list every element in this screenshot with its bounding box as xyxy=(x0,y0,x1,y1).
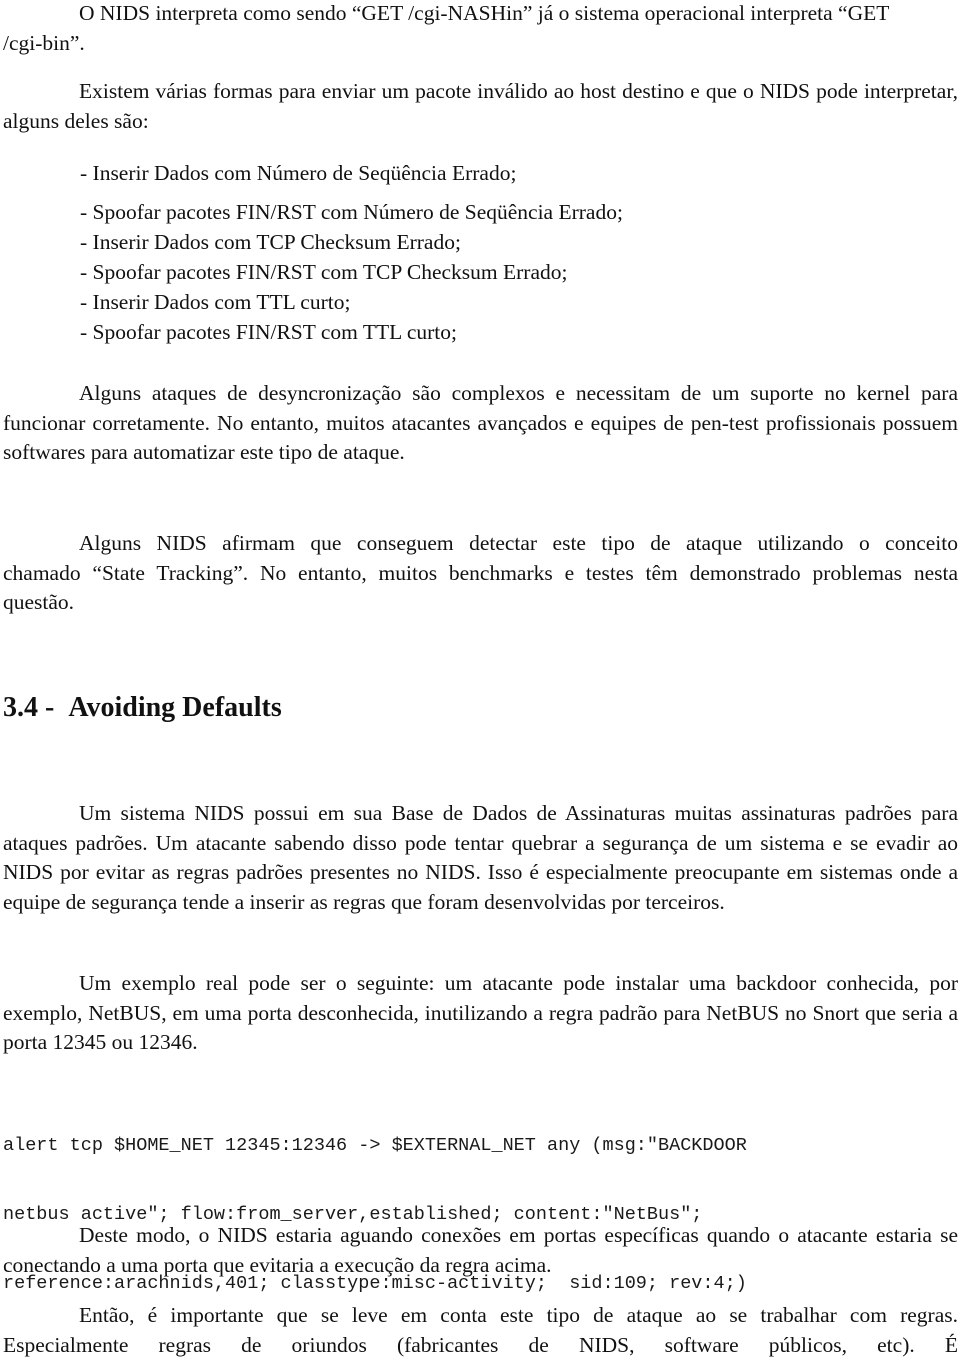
list-item: - Spoofar pacotes FIN/RST com Número de … xyxy=(80,200,623,224)
list-item: - Spoofar pacotes FIN/RST com TCP Checks… xyxy=(80,260,568,284)
paragraph-netbus-example: Um exemplo real pode ser o seguinte: um … xyxy=(3,971,958,1054)
list-item: - Inserir Dados com TCP Checksum Errado; xyxy=(80,230,461,254)
evasion-methods-list: - Inserir Dados com Número de Seqüência … xyxy=(80,159,940,348)
paragraph-rules-warning: Então, é importante que se leve em conta… xyxy=(3,1303,958,1357)
section-heading: 3.4 - Avoiding Defaults xyxy=(3,688,282,728)
paragraph-state-tracking: Alguns NIDS afirmam que conseguem detect… xyxy=(3,531,958,614)
list-item: - Inserir Dados com Número de Seqüência … xyxy=(80,161,517,185)
paragraph-desync-attacks: Alguns ataques de desyncronização são co… xyxy=(3,381,958,464)
section-title: Avoiding Defaults xyxy=(68,692,282,723)
paragraph-invalid-packet-methods: Existem várias formas para enviar um pac… xyxy=(3,79,958,133)
list-item: - Spoofar pacotes FIN/RST com TTL curto; xyxy=(80,320,457,344)
list-item: - Inserir Dados com TTL curto; xyxy=(80,290,351,314)
section-number: 3.4 - xyxy=(3,692,55,723)
code-line: alert tcp $HOME_NET 12345:12346 -> $EXTE… xyxy=(3,1135,747,1156)
paragraph-nids-waiting: Deste modo, o NIDS estaria aguando conex… xyxy=(3,1223,958,1277)
paragraph-default-signatures: Um sistema NIDS possui em sua Base de Da… xyxy=(3,801,958,914)
paragraph-nids-interpretation: O NIDS interpreta como sendo “GET /cgi-N… xyxy=(3,1,889,55)
